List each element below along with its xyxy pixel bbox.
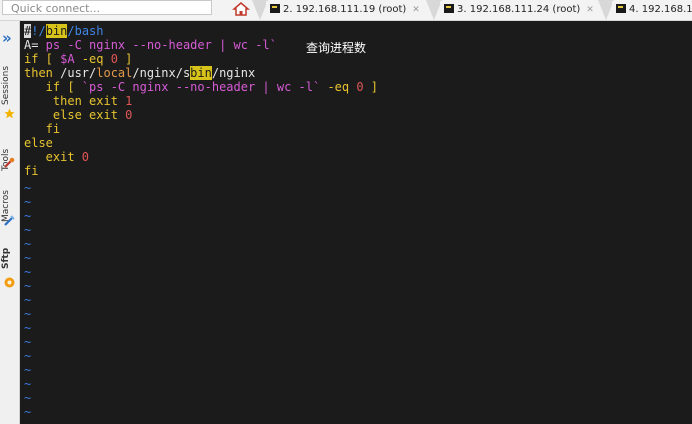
code-token: ps -C nginx --no-header | wc -l`	[38, 38, 277, 52]
sidebar-item-sessions[interactable]: Sessions	[1, 66, 11, 105]
empty-line-marker: ~	[24, 321, 32, 335]
code-line-3: if [ $A -eq 0 ]	[24, 52, 132, 66]
code-line-9: else	[24, 136, 53, 150]
empty-line-marker: ~	[24, 209, 32, 223]
code-token: 0	[125, 108, 133, 122]
code-token: exit	[24, 150, 82, 164]
code-token: /nginx	[211, 66, 256, 80]
tab-label: 3. 192.168.111.24 (root)	[457, 4, 581, 15]
tab-session-4[interactable]: 4. 192.168.111	[612, 1, 692, 18]
tab-session-2[interactable]: 2. 192.168.111.19 (root) ✕	[266, 1, 428, 18]
code-token: then	[24, 66, 61, 80]
tab-label: 4. 192.168.111	[629, 4, 692, 15]
empty-line-marker: ~	[24, 195, 32, 209]
terminal-icon	[270, 4, 280, 13]
empty-line-marker: ~	[24, 181, 32, 195]
empty-line-marker: ~	[24, 223, 32, 237]
code-token: !/	[31, 24, 46, 38]
sftp-icon	[4, 277, 15, 288]
code-token: local	[96, 66, 133, 80]
terminal-editor[interactable]: #!/bin/bash A= ps -C nginx --no-header |…	[20, 21, 692, 424]
empty-line-marker: ~	[24, 363, 32, 377]
empty-line-marker: ~	[24, 265, 32, 279]
expand-sidebar-icon[interactable]: »	[2, 29, 12, 47]
empty-line-marker: ~	[24, 335, 32, 349]
code-token: 0	[81, 150, 90, 164]
code-token: -eq	[320, 80, 357, 94]
empty-line-marker: ~	[24, 293, 32, 307]
code-line-2: A= ps -C nginx --no-header | wc -l`	[24, 38, 277, 52]
empty-line-marker: ~	[24, 279, 32, 293]
code-line-4: then /usr/local/nginx/sbin/nginx	[24, 66, 255, 80]
terminal-icon	[616, 4, 626, 13]
empty-line-marker: ~	[24, 237, 32, 251]
code-token: ]	[363, 80, 379, 94]
code-line-11: fi	[24, 164, 39, 178]
search-highlight: bin	[190, 66, 212, 80]
code-token: -eq	[74, 52, 111, 66]
code-token: else exit	[24, 108, 126, 122]
code-token: `ps -C nginx --no-header | wc -l`	[81, 80, 321, 94]
sidebar-item-sftp[interactable]: Sftp	[1, 248, 11, 269]
search-highlight: bin	[45, 24, 68, 38]
code-token: if [	[24, 52, 61, 66]
code-line-6: then exit 1	[24, 94, 133, 108]
top-bar: Quick connect... 2. 192.168.111.19 (root…	[0, 0, 692, 21]
empty-line-marker: ~	[24, 349, 32, 363]
code-token: A=	[24, 38, 39, 52]
comment-text: 查询进程数	[306, 41, 367, 55]
macros-icon	[4, 215, 15, 226]
terminal-icon	[444, 4, 454, 13]
code-token: /bash	[67, 24, 104, 38]
empty-line-marker: ~	[24, 405, 32, 419]
star-icon	[4, 108, 15, 119]
tab-label: 2. 192.168.111.19 (root)	[283, 4, 407, 15]
code-token: /nginx/s	[132, 66, 191, 80]
close-icon[interactable]: ✕	[586, 5, 594, 15]
code-line-1: #!/bin/bash	[24, 24, 104, 38]
code-line-7: else exit 0	[24, 108, 133, 122]
code-token: then exit	[24, 94, 126, 108]
empty-line-marker: ~	[24, 251, 32, 265]
code-token: 0	[110, 52, 118, 66]
code-line-10: exit 0	[24, 150, 89, 164]
tools-icon	[4, 157, 15, 168]
code-token: ]	[117, 52, 133, 66]
empty-line-marker: ~	[24, 391, 32, 405]
code-line-5: if [ `ps -C nginx --no-header | wc -l` -…	[24, 80, 378, 94]
code-token: /usr/	[60, 66, 97, 80]
code-token: $A	[60, 52, 75, 66]
code-token: 1	[125, 94, 133, 108]
side-panel: » Sessions Tools Macros Sftp	[0, 21, 20, 424]
empty-line-marker: ~	[24, 377, 32, 391]
code-token: if [	[24, 80, 82, 94]
empty-line-marker: ~	[24, 307, 32, 321]
home-icon[interactable]	[232, 1, 250, 17]
close-icon[interactable]: ✕	[412, 5, 420, 15]
code-token: 0	[356, 80, 364, 94]
code-line-8: fi	[24, 122, 61, 136]
tab-session-3[interactable]: 3. 192.168.111.24 (root) ✕	[440, 1, 600, 18]
quick-connect-input[interactable]: Quick connect...	[2, 0, 212, 15]
